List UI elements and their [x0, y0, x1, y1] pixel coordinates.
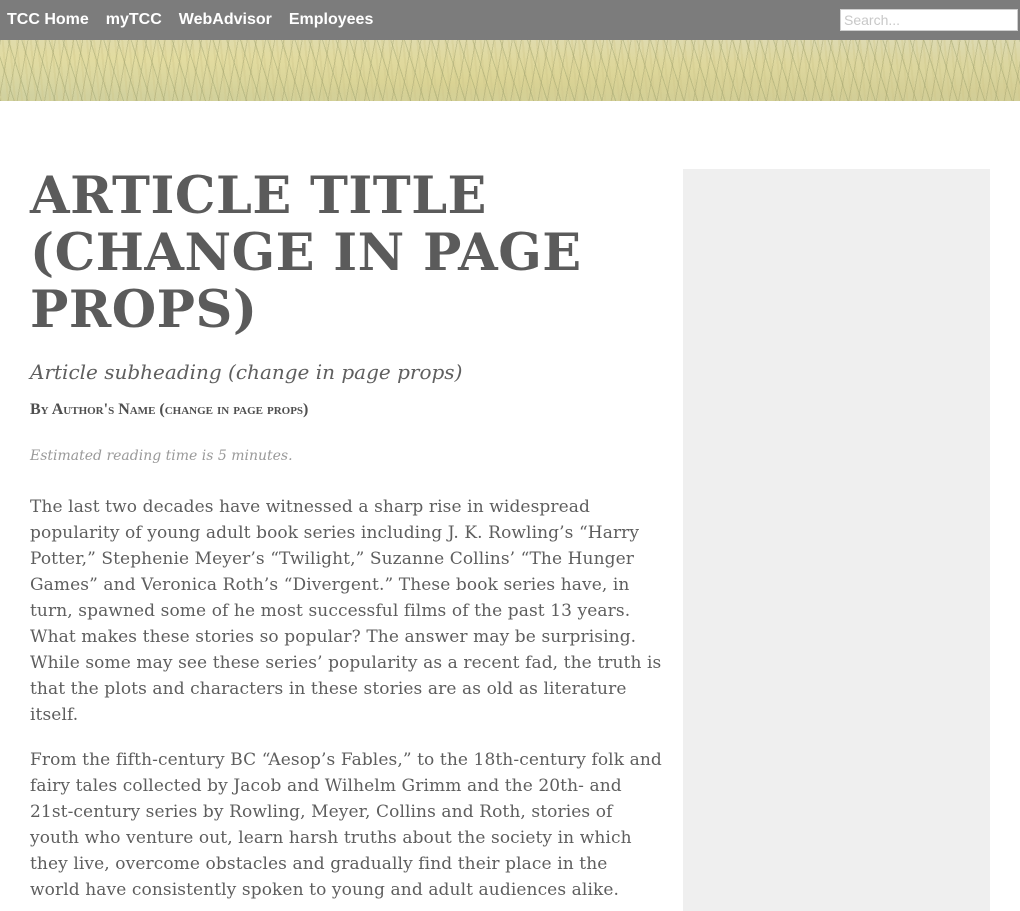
search-input[interactable] [840, 9, 1018, 31]
article-column: Article Title (change in page props) Art… [30, 168, 662, 903]
top-navigation-bar: TCC Home myTCC WebAdvisor Employees [0, 0, 1020, 40]
author-byline: By Author's Name (change in page props) [30, 401, 309, 418]
right-sidebar [683, 169, 990, 911]
nav-link-mytcc[interactable]: myTCC [106, 1, 162, 39]
main-nav: TCC Home myTCC WebAdvisor Employees [7, 0, 390, 40]
article-title: Article Title (change in page props) [30, 166, 582, 340]
body-paragraph: The last two decades have witnessed a sh… [30, 497, 662, 725]
body-paragraph: From the fifth-century BC “Aesop’s Fable… [30, 750, 662, 900]
article-subheading: Article subheading (change in page props… [30, 360, 463, 384]
nav-link-webadvisor[interactable]: WebAdvisor [179, 1, 272, 39]
meadow-banner-image [0, 40, 1020, 101]
nav-link-tcc-home[interactable]: TCC Home [7, 1, 89, 39]
nav-link-employees[interactable]: Employees [289, 1, 373, 39]
reading-time-note: Estimated reading time is 5 minutes. [30, 448, 293, 464]
